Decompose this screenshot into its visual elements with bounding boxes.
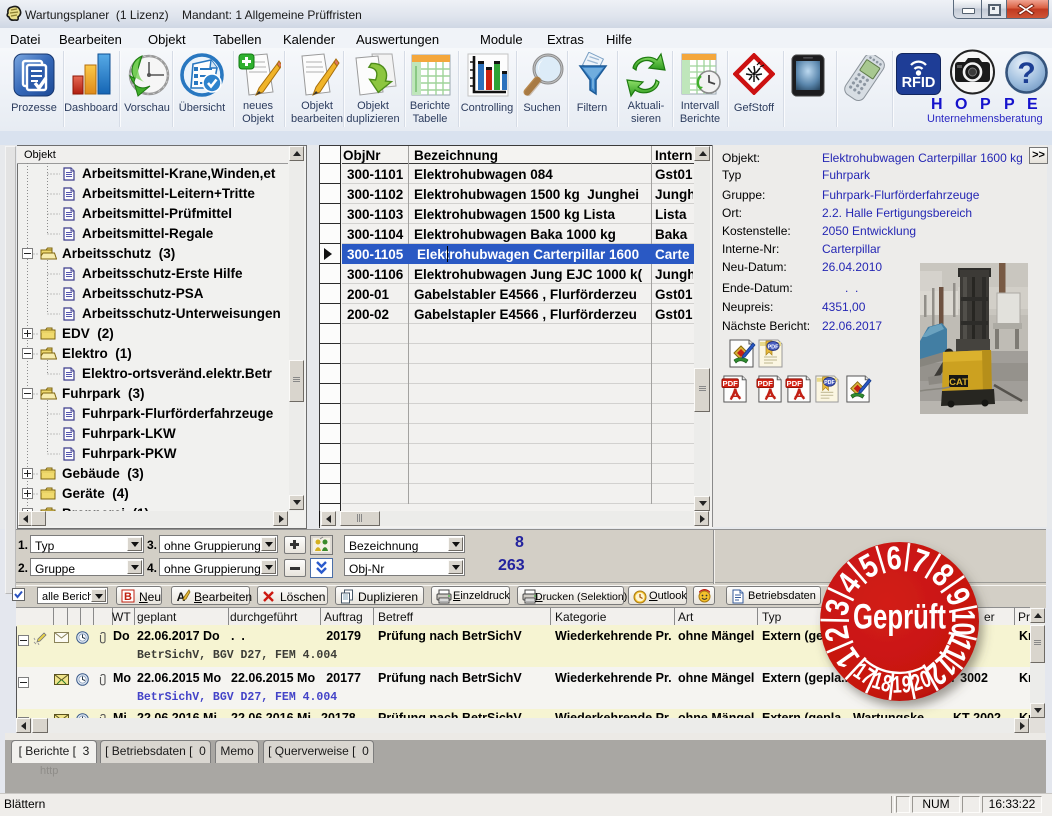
svg-text:PDF: PDF xyxy=(824,380,835,386)
svg-text:RFID: RFID xyxy=(902,75,936,91)
svg-text:PDF: PDF xyxy=(786,379,802,388)
svg-text:6: 6 xyxy=(885,539,903,577)
svg-text:B: B xyxy=(124,591,132,603)
svg-text:Geprüft: Geprüft xyxy=(853,598,946,637)
svg-text:?: ? xyxy=(1017,57,1035,90)
svg-text:PDF: PDF xyxy=(757,379,773,388)
svg-text:PDF: PDF xyxy=(722,379,738,388)
svg-text:PDF: PDF xyxy=(768,345,780,351)
